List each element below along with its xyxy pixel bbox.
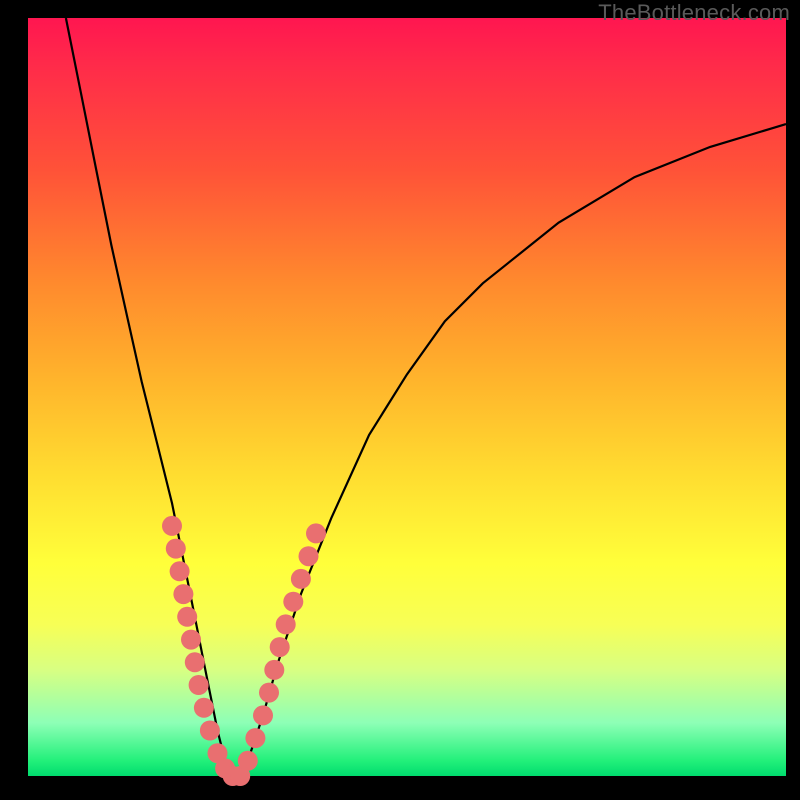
curve-layer: [28, 18, 786, 776]
scatter-dot: [291, 569, 311, 589]
bottleneck-curve: [66, 18, 786, 776]
scatter-dot: [166, 539, 186, 559]
scatter-dot: [276, 614, 296, 634]
scatter-dot: [306, 523, 326, 543]
scatter-dot: [270, 637, 290, 657]
scatter-dot: [181, 630, 201, 650]
plot-area: [28, 18, 786, 776]
scatter-dot: [299, 546, 319, 566]
scatter-dot: [189, 675, 209, 695]
scatter-dot: [185, 652, 205, 672]
scatter-dot: [283, 592, 303, 612]
scatter-dot: [177, 607, 197, 627]
scatter-dot: [259, 683, 279, 703]
scatter-dot: [170, 561, 190, 581]
scatter-points: [162, 516, 326, 786]
scatter-dot: [245, 728, 265, 748]
scatter-dot: [173, 584, 193, 604]
chart-frame: TheBottleneck.com: [0, 0, 800, 800]
scatter-dot: [162, 516, 182, 536]
scatter-dot: [194, 698, 214, 718]
scatter-dot: [253, 705, 273, 725]
scatter-dot: [238, 751, 258, 771]
scatter-dot: [200, 721, 220, 741]
scatter-dot: [264, 660, 284, 680]
watermark-text: TheBottleneck.com: [598, 0, 790, 26]
